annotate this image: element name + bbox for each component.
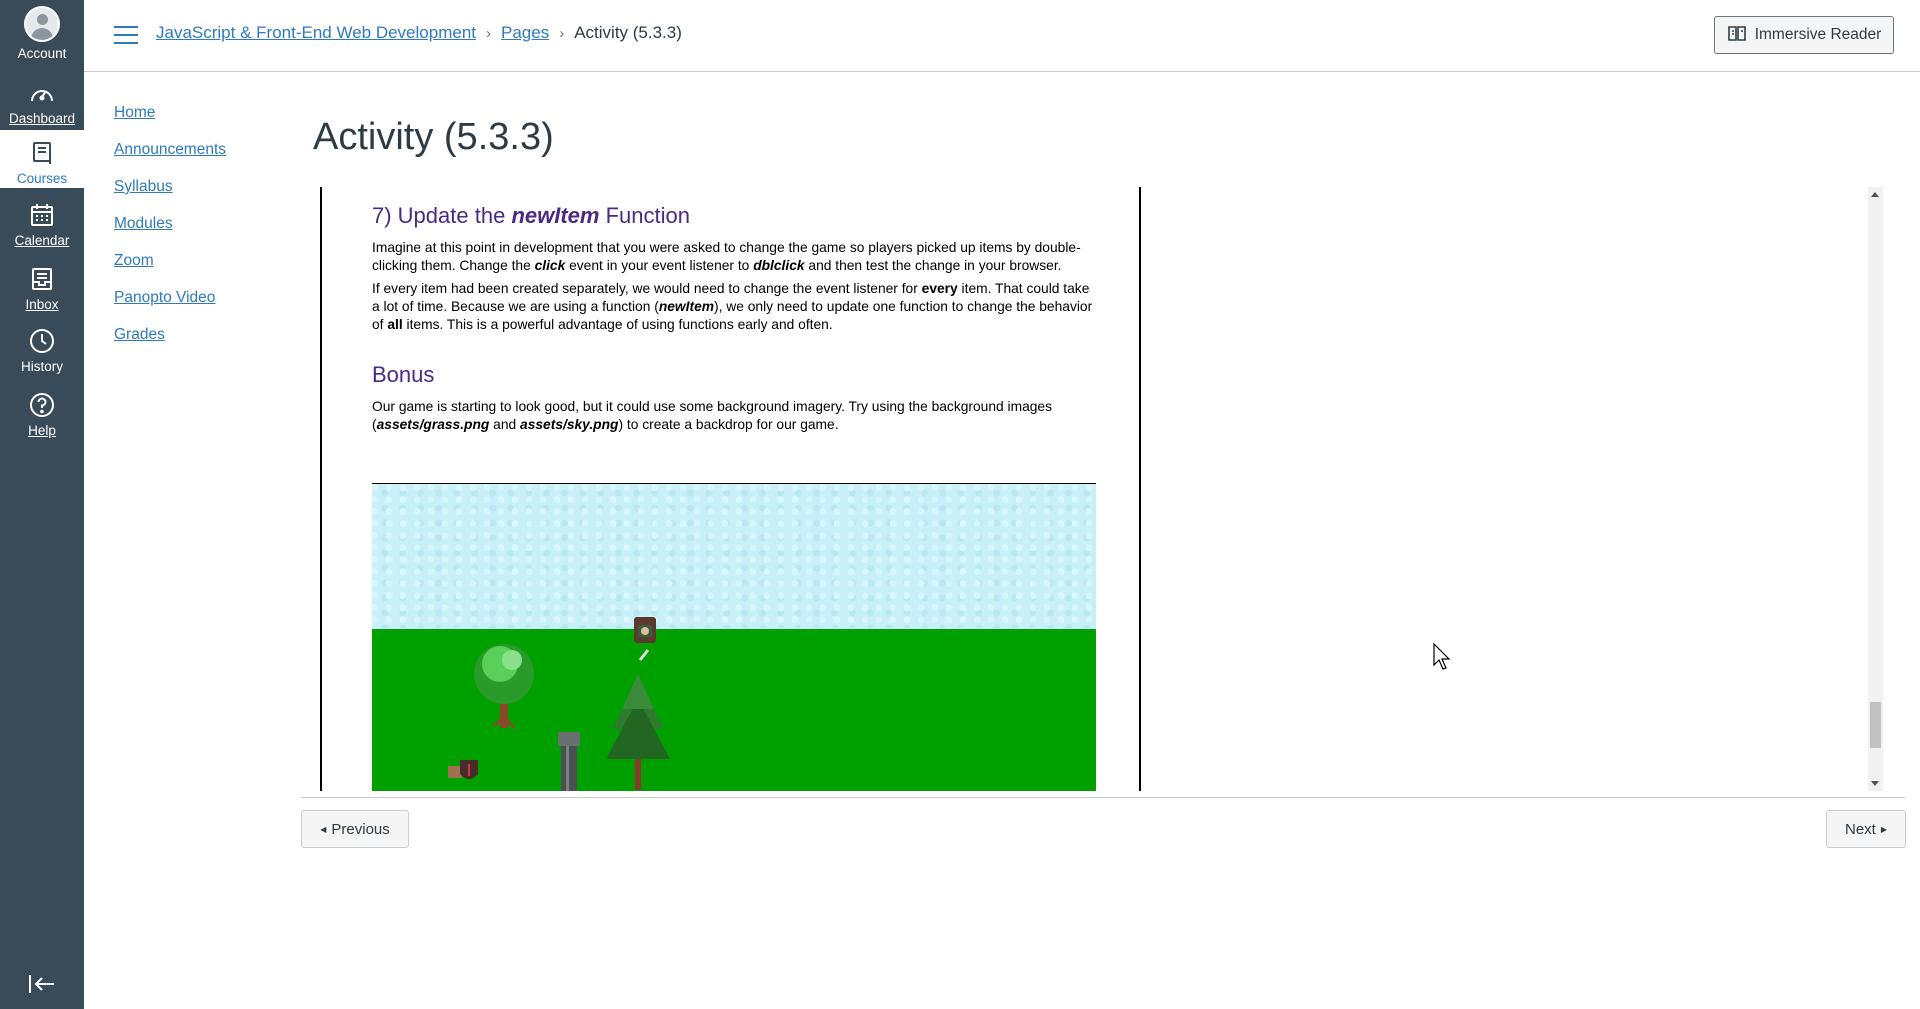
- heading-text: 7) Update the: [372, 203, 512, 228]
- content-scrollbar[interactable]: [1868, 187, 1883, 791]
- immersive-reader-label: Immersive Reader: [1754, 26, 1882, 43]
- course-nav-announcements[interactable]: Announcements: [114, 139, 226, 176]
- immersive-reader-button[interactable]: Immersive Reader: [1714, 16, 1894, 54]
- code-click: click: [534, 258, 566, 273]
- paragraph-dblclick: Imagine at this point in development tha…: [372, 239, 1094, 275]
- course-nav: Home Announcements Syllabus Modules Zoom…: [114, 102, 226, 361]
- pine-tree-sprite: [606, 674, 670, 790]
- previous-label: Previous: [331, 820, 390, 838]
- breadcrumb-current: Activity (5.3.3): [574, 23, 682, 42]
- game-screenshot: [372, 483, 1096, 791]
- chevron-right-icon: ›: [559, 24, 565, 42]
- course-nav-panopto-video[interactable]: Panopto Video: [114, 287, 226, 324]
- course-nav-home[interactable]: Home: [114, 102, 226, 139]
- document-page: 7) Update the newItem Function Imagine a…: [320, 187, 1141, 791]
- page-title: Activity (5.3.3): [313, 116, 554, 158]
- help-label: Help: [28, 423, 56, 438]
- breadcrumb: JavaScript & Front-End Web Development ›…: [156, 23, 682, 43]
- next-label: Next: [1845, 820, 1876, 838]
- history-label: History: [20, 359, 63, 374]
- bold-every: every: [921, 281, 958, 296]
- text: and: [489, 417, 521, 432]
- bold-all: all: [387, 317, 403, 332]
- code-sky-path: assets/sky.png: [520, 417, 619, 432]
- round-tree-sprite: [474, 644, 534, 729]
- immersive-reader-icon: [1727, 24, 1747, 47]
- calendar-nav-item[interactable]: Calendar: [0, 200, 84, 248]
- help-icon: [27, 390, 57, 420]
- collapse-nav-icon[interactable]: [28, 972, 56, 996]
- text: If every item had been created separatel…: [372, 281, 922, 296]
- inbox-icon: [27, 264, 57, 294]
- text: items. This is a powerful advantage of u…: [402, 317, 833, 332]
- caret-left-icon: ◀: [320, 824, 327, 834]
- calendar-label: Calendar: [14, 233, 70, 248]
- pillar-sprite: [558, 732, 580, 791]
- scrollbar-thumb[interactable]: [1870, 702, 1881, 748]
- text: and then test the change in your browser…: [804, 258, 1062, 273]
- game-sprites: [448, 617, 670, 791]
- breadcrumb-pages-link[interactable]: Pages: [501, 23, 549, 43]
- scroll-down-arrow-icon[interactable]: [1871, 781, 1879, 786]
- courses-nav-item[interactable]: Courses: [0, 130, 84, 188]
- calendar-icon: [27, 200, 57, 230]
- mouse-cursor-icon: [1433, 642, 1453, 676]
- chevron-right-icon: ›: [486, 24, 491, 42]
- dashboard-icon: [27, 80, 57, 108]
- account-label: Account: [17, 46, 67, 61]
- breadcrumb-course-link[interactable]: JavaScript & Front-End Web Development: [156, 23, 476, 43]
- history-nav-item[interactable]: History: [0, 326, 84, 374]
- page-header: JavaScript & Front-End Web Development ›…: [84, 0, 1920, 72]
- course-nav-modules[interactable]: Modules: [114, 213, 226, 250]
- inbox-label: Inbox: [25, 297, 59, 312]
- paragraph-bonus: Our game is starting to look good, but i…: [372, 398, 1094, 434]
- dashboard-nav-item[interactable]: Dashboard: [0, 80, 84, 126]
- course-nav-zoom[interactable]: Zoom: [114, 250, 226, 287]
- code-dblclick: dblclick: [753, 258, 805, 273]
- shield-sprite: [448, 760, 478, 779]
- update-function-heading: 7) Update the newItem Function: [372, 203, 1094, 229]
- dashboard-label: Dashboard: [8, 111, 76, 126]
- courses-icon: [27, 138, 57, 168]
- text: ) to create a backdrop for our game.: [618, 417, 839, 432]
- text: event in your event listener to: [565, 258, 754, 273]
- hamburger-menu-icon[interactable]: [114, 26, 138, 46]
- avatar: [24, 6, 60, 42]
- scroll-up-arrow-icon[interactable]: [1871, 192, 1879, 197]
- course-nav-syllabus[interactable]: Syllabus: [114, 176, 226, 213]
- caret-right-icon: ▶: [1880, 824, 1887, 834]
- heading-function-name: newItem: [511, 203, 600, 228]
- code-grass-path: assets/grass.png: [376, 417, 490, 432]
- global-nav: Account Dashboard Courses Calendar Inbox…: [0, 0, 84, 1009]
- inbox-nav-item[interactable]: Inbox: [0, 264, 84, 312]
- character-sprite: [634, 617, 656, 661]
- next-button[interactable]: Next ▶: [1826, 810, 1906, 848]
- heading-text: Function: [599, 203, 690, 228]
- footer-divider: [301, 797, 1905, 798]
- bonus-heading: Bonus: [372, 362, 435, 387]
- code-newitem: newItem: [658, 299, 715, 314]
- courses-label: Courses: [16, 171, 68, 186]
- account-nav-item[interactable]: Account: [0, 6, 84, 64]
- content-iframe[interactable]: 7) Update the newItem Function Imagine a…: [320, 187, 1903, 791]
- clock-icon: [27, 326, 57, 356]
- help-nav-item[interactable]: Help: [0, 390, 84, 438]
- course-nav-grades[interactable]: Grades: [114, 324, 226, 361]
- paragraph-function-advantage: If every item had been created separatel…: [372, 280, 1094, 334]
- previous-button[interactable]: ◀ Previous: [301, 810, 409, 848]
